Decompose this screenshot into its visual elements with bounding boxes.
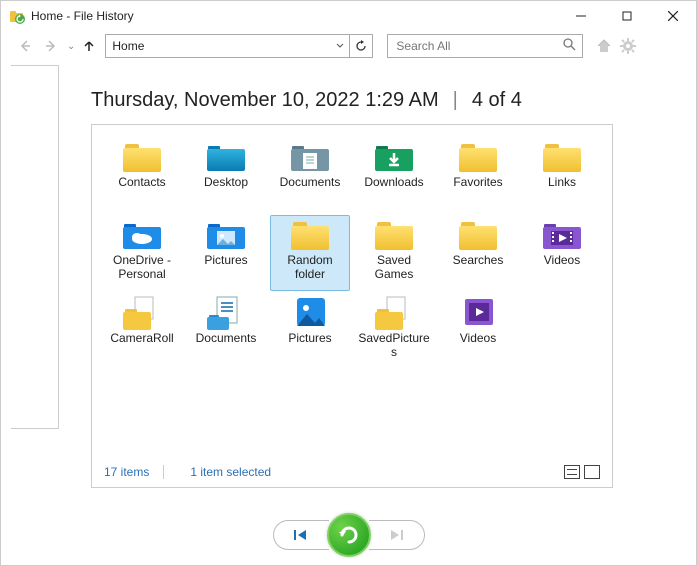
heading-divider: | bbox=[453, 89, 458, 112]
item-label: Searches bbox=[453, 254, 504, 268]
status-selection: 1 item selected bbox=[190, 465, 285, 479]
folder-yellow-icon bbox=[289, 218, 331, 252]
history-dropdown[interactable]: ⌄ bbox=[67, 41, 75, 52]
maximize-button[interactable] bbox=[604, 1, 650, 31]
address-text: Home bbox=[112, 39, 144, 53]
folder-yellow-icon bbox=[373, 218, 415, 252]
folder-yellow-icon bbox=[121, 140, 163, 174]
library-yellow-icon bbox=[121, 296, 163, 330]
version-timestamp: Thursday, November 10, 2022 1:29 AM bbox=[91, 89, 439, 112]
minimize-button[interactable] bbox=[558, 1, 604, 31]
folder-docs-icon bbox=[289, 140, 331, 174]
status-bar: 17 items 1 item selected bbox=[104, 465, 600, 479]
item-label: CameraRoll bbox=[110, 332, 173, 346]
folder-item[interactable]: Desktop bbox=[186, 137, 266, 213]
folder-download-icon bbox=[373, 140, 415, 174]
item-label: Videos bbox=[544, 254, 580, 268]
item-label: SavedPictures bbox=[356, 332, 432, 360]
folder-item[interactable]: Pictures bbox=[186, 215, 266, 291]
window-title: Home - File History bbox=[31, 9, 134, 23]
search-icon[interactable] bbox=[563, 38, 576, 54]
folder-item[interactable]: Searches bbox=[438, 215, 518, 291]
item-label: Documents bbox=[280, 176, 341, 190]
restore-button[interactable] bbox=[327, 513, 371, 557]
up-button[interactable] bbox=[79, 34, 99, 58]
version-position: 4 of 4 bbox=[472, 89, 522, 112]
folder-item[interactable]: Links bbox=[522, 137, 602, 213]
items-grid: Contacts Desktop Documents Downloads Fav… bbox=[92, 125, 612, 381]
navigation-bar: ⌄ Home bbox=[1, 31, 696, 65]
item-label: OneDrive - Personal bbox=[105, 254, 179, 282]
folder-item[interactable]: Videos bbox=[522, 215, 602, 291]
refresh-button[interactable] bbox=[349, 34, 373, 58]
forward-button[interactable] bbox=[39, 34, 63, 58]
folder-onedrive-icon bbox=[121, 218, 163, 252]
details-view-button[interactable] bbox=[564, 465, 580, 479]
folder-desktop-icon bbox=[205, 140, 247, 174]
content-pane: Contacts Desktop Documents Downloads Fav… bbox=[91, 124, 613, 488]
item-label: Documents bbox=[196, 332, 257, 346]
folder-item[interactable]: Downloads bbox=[354, 137, 434, 213]
folder-item[interactable]: Pictures bbox=[270, 293, 350, 369]
playback-bar bbox=[1, 511, 696, 559]
item-label: Videos bbox=[460, 332, 496, 346]
folder-yellow-icon bbox=[457, 218, 499, 252]
search-box[interactable] bbox=[387, 34, 583, 58]
folder-item[interactable]: Videos bbox=[438, 293, 518, 369]
item-label: Pictures bbox=[288, 332, 331, 346]
status-separator bbox=[163, 465, 178, 479]
body-area: Thursday, November 10, 2022 1:29 AM | 4 … bbox=[1, 65, 696, 488]
status-count: 17 items bbox=[104, 465, 163, 479]
folder-item[interactable]: CameraRoll bbox=[102, 293, 182, 369]
large-icons-view-button[interactable] bbox=[584, 465, 600, 479]
folder-item[interactable]: OneDrive - Personal bbox=[102, 215, 182, 291]
item-label: Contacts bbox=[118, 176, 165, 190]
folder-item[interactable]: Random folder bbox=[270, 215, 350, 291]
next-version-button[interactable] bbox=[369, 520, 425, 550]
title-bar: Home - File History bbox=[1, 1, 696, 31]
address-bar[interactable]: Home bbox=[105, 34, 373, 58]
item-label: Saved Games bbox=[357, 254, 431, 282]
folder-item[interactable]: Documents bbox=[270, 137, 350, 213]
library-yellow-icon bbox=[373, 296, 415, 330]
folder-item[interactable]: Documents bbox=[186, 293, 266, 369]
address-dropdown[interactable] bbox=[331, 34, 349, 58]
item-label: Favorites bbox=[453, 176, 502, 190]
settings-gear-icon[interactable] bbox=[619, 37, 637, 55]
folder-videos-icon bbox=[541, 218, 583, 252]
folder-item[interactable]: Saved Games bbox=[354, 215, 434, 291]
address-input[interactable]: Home bbox=[105, 34, 331, 58]
app-icon bbox=[9, 8, 25, 24]
item-label: Pictures bbox=[204, 254, 247, 268]
folder-yellow-icon bbox=[541, 140, 583, 174]
item-label: Desktop bbox=[204, 176, 248, 190]
folder-item[interactable]: SavedPictures bbox=[354, 293, 434, 369]
previous-version-button[interactable] bbox=[273, 520, 329, 550]
library-docs-icon bbox=[205, 296, 247, 330]
folder-pictures-icon bbox=[205, 218, 247, 252]
folder-yellow-icon bbox=[457, 140, 499, 174]
library-pic-icon bbox=[289, 296, 331, 330]
home-icon[interactable] bbox=[595, 37, 613, 55]
close-button[interactable] bbox=[650, 1, 696, 31]
back-button[interactable] bbox=[13, 34, 37, 58]
item-label: Random folder bbox=[273, 254, 347, 282]
folder-item[interactable]: Contacts bbox=[102, 137, 182, 213]
item-label: Downloads bbox=[364, 176, 423, 190]
version-heading: Thursday, November 10, 2022 1:29 AM | 4 … bbox=[91, 89, 682, 112]
search-input[interactable] bbox=[394, 38, 563, 54]
library-video-icon bbox=[457, 296, 499, 330]
folder-item[interactable]: Favorites bbox=[438, 137, 518, 213]
item-label: Links bbox=[548, 176, 576, 190]
